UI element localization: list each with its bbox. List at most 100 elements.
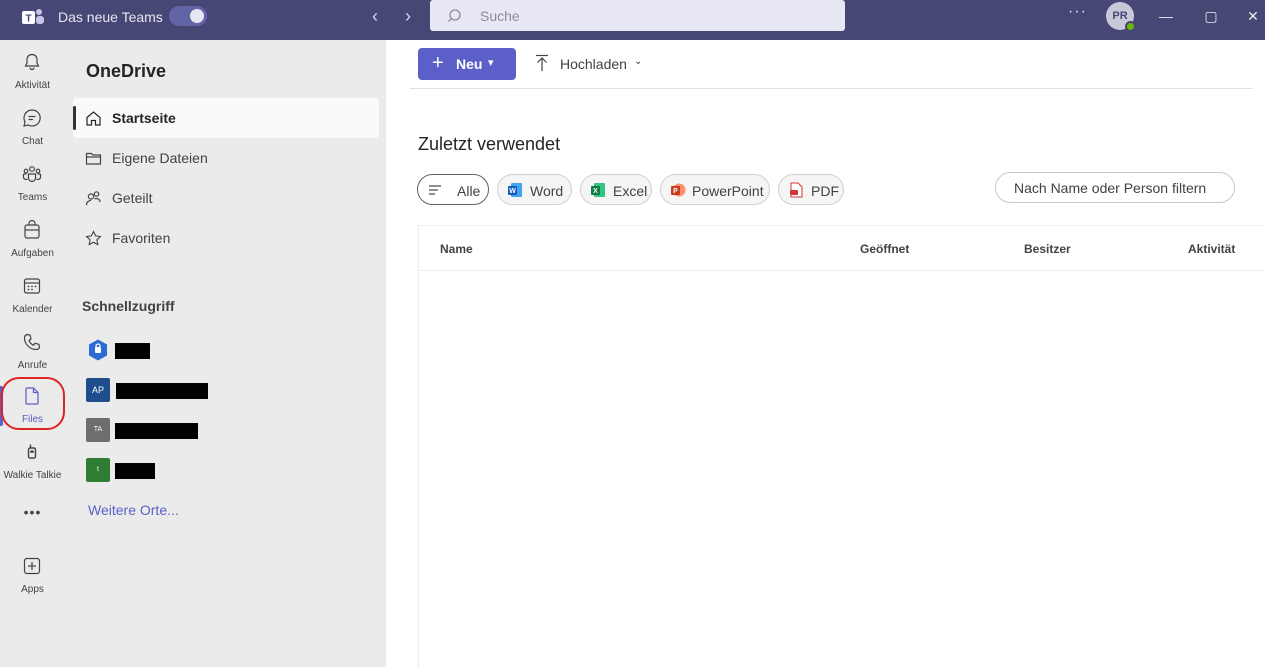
more-options-icon[interactable]: ···: [1068, 3, 1087, 21]
more-dots-icon: •••: [23, 504, 42, 520]
rail-item-tasks[interactable]: Aufgaben: [0, 212, 65, 266]
chevron-down-icon: ▾: [488, 57, 494, 69]
main-content: + Neu ▾ Hochladen ⌄ Zuletzt verwendet Al…: [386, 40, 1265, 667]
rail-more-button[interactable]: •••: [0, 498, 65, 528]
filter-chip-excel[interactable]: X Excel: [580, 174, 652, 205]
close-button[interactable]: ✕: [1243, 6, 1263, 26]
shared-people-icon: [85, 191, 101, 206]
rail-item-chat[interactable]: Chat: [0, 100, 65, 154]
rail-item-walkie-talkie[interactable]: Walkie Talkie: [0, 434, 65, 488]
recent-files-table: Name Geöffnet Besitzer Aktivität: [418, 225, 1265, 667]
quick-access-heading: Schnellzugriff: [82, 298, 175, 314]
more-places-link[interactable]: Weitere Orte...: [88, 502, 179, 518]
new-teams-toggle[interactable]: [169, 6, 207, 26]
filter-chip-powerpoint[interactable]: P PowerPoint: [660, 174, 770, 205]
quick-access-item[interactable]: t: [86, 458, 186, 482]
add-app-icon: [23, 557, 41, 575]
chip-label: PowerPoint: [692, 183, 764, 199]
rail-item-activity[interactable]: Aktivität: [0, 44, 65, 98]
filter-chip-all[interactable]: Alle: [417, 174, 489, 205]
shield-icon: [89, 339, 107, 361]
rail-label: Aktivität: [14, 80, 50, 91]
filter-input[interactable]: [1014, 180, 1224, 196]
search-icon: [448, 9, 461, 22]
highlight-circle: [1, 377, 65, 430]
nav-item-shared[interactable]: Geteilt: [73, 178, 379, 218]
chip-label: Word: [530, 183, 564, 199]
phone-icon: [23, 333, 41, 351]
rail-label: Kalender: [12, 304, 53, 315]
chip-label: PDF: [811, 183, 839, 199]
filter-box[interactable]: [995, 172, 1235, 203]
avatar-initials: PR: [1112, 10, 1128, 22]
column-header-opened[interactable]: Geöffnet: [860, 242, 909, 256]
column-header-name[interactable]: Name: [440, 242, 473, 256]
team-tile: t: [86, 458, 110, 482]
svg-text:W: W: [509, 188, 516, 195]
rail-label: Apps: [21, 584, 44, 595]
list-icon: [429, 185, 441, 195]
plus-icon: +: [432, 52, 444, 74]
back-arrow-icon[interactable]: ‹: [365, 6, 385, 26]
filter-chip-pdf[interactable]: PDF: [778, 174, 844, 205]
column-header-activity[interactable]: Aktivität: [1188, 242, 1235, 256]
bell-icon: [24, 53, 40, 71]
toolbar-divider: [410, 88, 1253, 89]
star-icon: [85, 230, 102, 246]
rail-label: Aufgaben: [11, 248, 54, 259]
nav-item-label: Geteilt: [112, 190, 153, 206]
upload-arrow-icon: [536, 54, 548, 71]
filter-chip-word[interactable]: W Word: [497, 174, 572, 205]
team-tile: AP: [86, 378, 110, 402]
chip-label: Alle: [457, 183, 481, 199]
rail-item-calls[interactable]: Anrufe: [0, 324, 65, 378]
rail-item-teams[interactable]: Teams: [0, 156, 65, 210]
nav-item-home[interactable]: Startseite: [73, 98, 379, 138]
new-button[interactable]: + Neu ▾: [418, 48, 516, 80]
upload-button-label: Hochladen: [560, 56, 627, 72]
chip-label: Excel: [613, 183, 648, 199]
column-header-owner[interactable]: Besitzer: [1024, 242, 1071, 256]
nav-item-label: Favoriten: [112, 230, 171, 246]
svg-text:P: P: [673, 188, 678, 195]
chevron-down-icon: ⌄: [634, 56, 643, 67]
powerpoint-icon: P: [671, 183, 686, 197]
quick-access-item[interactable]: TA: [86, 418, 286, 442]
onedrive-nav-pane: OneDrive Startseite Eigene Dateien Getei…: [65, 40, 386, 667]
app-title: Das neue Teams: [58, 9, 163, 25]
minimize-button[interactable]: —: [1156, 6, 1176, 26]
nav-item-my-files[interactable]: Eigene Dateien: [73, 138, 379, 178]
presence-available-icon: [1125, 21, 1136, 32]
teams-logo-icon: T: [22, 9, 44, 25]
rail-item-apps[interactable]: Apps: [0, 548, 65, 602]
svg-text:T: T: [25, 14, 31, 25]
search-input[interactable]: [480, 6, 820, 26]
redacted-name: [115, 463, 155, 479]
redacted-name: [115, 423, 198, 439]
calendar-icon: [23, 278, 41, 294]
chat-icon: [23, 109, 41, 127]
quick-access-item[interactable]: AP: [86, 378, 286, 402]
forward-arrow-icon[interactable]: ›: [398, 6, 418, 26]
pdf-icon: [790, 182, 803, 198]
search-bar[interactable]: [430, 0, 845, 31]
pane-title: OneDrive: [86, 61, 167, 81]
nav-item-label: Eigene Dateien: [112, 150, 208, 166]
word-icon: W: [508, 183, 522, 197]
maximize-button[interactable]: ▢: [1201, 6, 1221, 26]
svg-text:X: X: [593, 188, 598, 195]
nav-item-favorites[interactable]: Favoriten: [73, 218, 379, 258]
redacted-name: [116, 383, 208, 399]
app-rail: Aktivität Chat Teams Aufgaben Kalender A…: [0, 40, 65, 667]
excel-icon: X: [591, 183, 605, 197]
nav-item-label: Startseite: [112, 110, 176, 126]
tasks-icon: [24, 220, 40, 239]
home-icon: [86, 111, 101, 126]
avatar[interactable]: PR: [1106, 2, 1136, 32]
new-button-label: Neu: [456, 56, 483, 72]
table-header: Name Geöffnet Besitzer Aktivität: [419, 226, 1265, 271]
rail-label: Chat: [21, 136, 44, 147]
rail-item-calendar[interactable]: Kalender: [0, 268, 65, 322]
quick-access-item[interactable]: [86, 338, 186, 362]
redacted-name: [115, 343, 150, 359]
